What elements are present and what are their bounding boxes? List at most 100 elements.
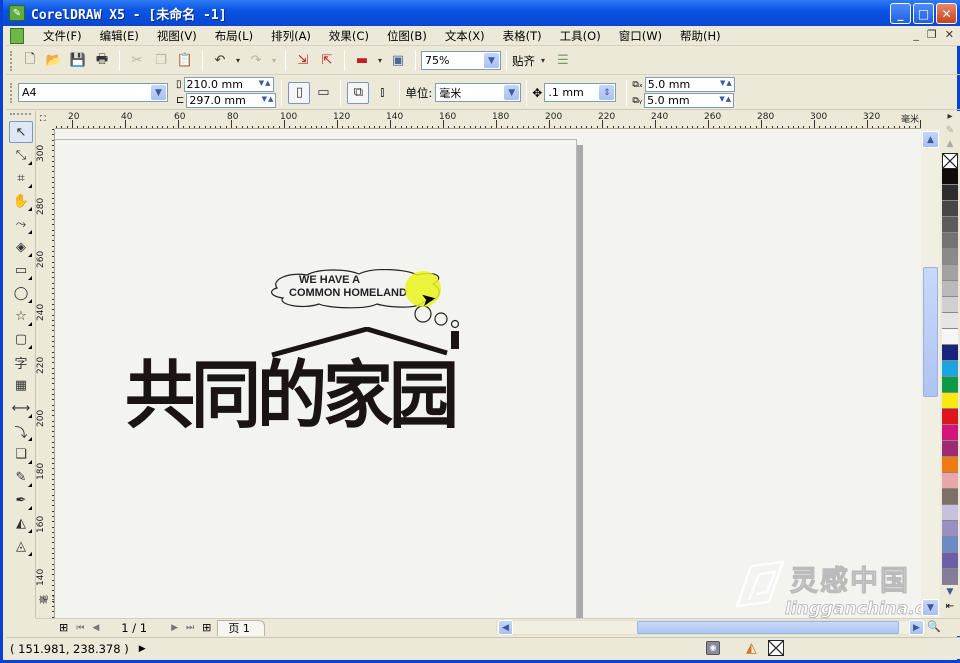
outline-pen-tool[interactable]: ✒	[9, 489, 33, 511]
menu-text[interactable]: 文本(X)	[436, 28, 494, 44]
import-icon[interactable]: ⇲	[292, 50, 314, 72]
coreldraw-app-icon[interactable]: ✎	[9, 5, 25, 21]
ellipse-tool[interactable]: ◯	[9, 282, 33, 304]
interactive-fill-tool[interactable]: ◬	[9, 535, 33, 557]
drop-shadow-tool[interactable]: ❏	[9, 443, 33, 465]
color-swatch[interactable]	[942, 217, 958, 233]
connector-tool[interactable]: ⤵	[9, 420, 33, 442]
color-swatch[interactable]	[942, 473, 958, 489]
scroll-down-button[interactable]: ▼	[922, 599, 939, 616]
color-swatch[interactable]	[942, 297, 958, 313]
palette-scroll-up-icon[interactable]: ▲	[940, 139, 960, 153]
duplicate-y-field[interactable]: 5.0 mm ▼▲	[644, 93, 735, 108]
portrait-icon[interactable]: ▯	[288, 81, 311, 104]
spin-arrows-icon[interactable]: ▼▲	[259, 79, 272, 87]
chevron-down-icon[interactable]: ▼	[151, 85, 166, 100]
zoom-pan-tool[interactable]: ✋	[9, 190, 33, 212]
color-swatch[interactable]	[942, 505, 958, 521]
swatch-none[interactable]	[942, 153, 958, 169]
color-swatch[interactable]	[942, 553, 958, 569]
smart-fill-tool[interactable]: ◈	[9, 236, 33, 258]
menu-edit[interactable]: 编辑(E)	[91, 28, 148, 44]
add-page-after-icon[interactable]: ⊞	[202, 621, 211, 634]
chevron-down-icon[interactable]: ▼	[484, 53, 499, 68]
welcome-screen-icon[interactable]: ▣	[387, 50, 409, 72]
palette-expand-icon[interactable]: ⇤	[940, 601, 960, 615]
spin-icon[interactable]: ⇕	[599, 85, 615, 100]
undo-dropdown-icon[interactable]: ▾	[233, 50, 243, 72]
color-swatch[interactable]	[942, 425, 958, 441]
color-swatch[interactable]	[942, 345, 958, 361]
spin-arrows-icon[interactable]: ▼▲	[720, 79, 733, 87]
color-swatch[interactable]	[942, 441, 958, 457]
nudge-distance-field[interactable]: .1 mm ⇕	[544, 83, 617, 102]
fill-indicator-icon[interactable]: ◭	[746, 640, 757, 656]
prev-page-icon[interactable]: ◀	[92, 623, 99, 633]
zoom-level-combo[interactable]: 75% ▼	[421, 51, 501, 70]
color-swatch[interactable]	[942, 329, 958, 345]
headline-artwork[interactable]: 共同的家园	[125, 336, 459, 442]
menu-file[interactable]: 文件(F)	[34, 28, 91, 44]
toolbox-grip[interactable]	[10, 113, 31, 119]
color-swatch[interactable]	[942, 233, 958, 249]
rectangle-tool[interactable]: ▭	[9, 259, 33, 281]
page-width-field[interactable]: 210.0 mm ▼▲	[183, 77, 274, 92]
scroll-left-button[interactable]: ◀	[498, 620, 513, 635]
color-swatch[interactable]	[942, 361, 958, 377]
shape-tool[interactable]: ⤡	[9, 144, 33, 166]
color-swatch[interactable]	[942, 393, 958, 409]
fill-tool[interactable]: ◭	[9, 512, 33, 534]
menu-table[interactable]: 表格(T)	[494, 28, 551, 44]
landscape-icon[interactable]: ▭	[312, 82, 334, 104]
polygon-tool[interactable]: ☆	[9, 305, 33, 327]
palette-scroll-down-icon[interactable]: ▼	[940, 587, 960, 601]
paste-icon[interactable]: 📋	[174, 50, 196, 72]
zoom-navigator-icon[interactable]: 🔍	[927, 620, 941, 633]
dimension-tool[interactable]: ⟷	[9, 397, 33, 419]
current-page-icon[interactable]: ⫾	[371, 82, 393, 104]
next-page-icon[interactable]: ▶	[171, 623, 178, 633]
maximize-button[interactable]: □	[913, 3, 934, 24]
crop-tool[interactable]: ⌗	[9, 167, 33, 189]
menu-tools[interactable]: 工具(O)	[551, 28, 610, 44]
toolbar-grip[interactable]	[10, 50, 14, 71]
color-swatch[interactable]	[942, 281, 958, 297]
spin-arrows-icon[interactable]: ▼▲	[719, 95, 732, 103]
last-page-icon[interactable]: ⏭	[186, 623, 194, 633]
cut-icon[interactable]: ✂	[126, 50, 148, 72]
all-pages-icon[interactable]: ⧉	[347, 81, 370, 104]
open-icon[interactable]: 📂	[43, 50, 65, 72]
ruler-origin[interactable]: ⛶	[36, 111, 55, 129]
units-combo[interactable]: 毫米 ▼	[435, 83, 522, 102]
spin-arrows-icon[interactable]: ▼▲	[262, 95, 275, 103]
color-proof-icon[interactable]: ◉	[706, 641, 720, 655]
vertical-scroll-thumb[interactable]	[923, 267, 938, 397]
menu-effects[interactable]: 效果(C)	[320, 28, 378, 44]
page-height-field[interactable]: 297.0 mm ▼▲	[186, 93, 277, 108]
color-swatch[interactable]	[942, 201, 958, 217]
snap-dropdown-icon[interactable]: ▾	[536, 50, 550, 72]
menu-help[interactable]: 帮助(H)	[671, 28, 730, 44]
color-swatch[interactable]	[942, 409, 958, 425]
horizontal-ruler[interactable]: 20 40 60 80 100 120 140 160 180 200 220 240 260 280 30…	[55, 111, 921, 129]
table-tool[interactable]: ▦	[9, 374, 33, 396]
color-swatch[interactable]	[942, 249, 958, 265]
color-swatch[interactable]	[942, 569, 958, 585]
scroll-right-button[interactable]: ▶	[909, 620, 924, 635]
horizontal-scrollbar[interactable]: ◀ ▶	[496, 620, 926, 635]
color-swatch[interactable]	[942, 169, 958, 185]
pick-tool[interactable]: ↖	[9, 121, 33, 143]
color-swatch[interactable]	[942, 521, 958, 537]
doc-restore-button[interactable]: ❐	[927, 28, 937, 41]
redo-icon[interactable]: ↷	[245, 50, 267, 72]
first-page-icon[interactable]: ⏮	[76, 623, 84, 633]
minimize-button[interactable]: _	[890, 3, 911, 24]
snap-to-button[interactable]: 贴齐	[512, 53, 535, 69]
color-swatch[interactable]	[942, 185, 958, 201]
color-swatch[interactable]	[942, 265, 958, 281]
document-icon[interactable]	[10, 27, 24, 44]
menu-bitmaps[interactable]: 位图(B)	[378, 28, 436, 44]
color-swatch[interactable]	[942, 489, 958, 505]
launcher-dropdown-icon[interactable]: ▾	[375, 50, 385, 72]
save-icon[interactable]: 💾	[67, 50, 89, 72]
